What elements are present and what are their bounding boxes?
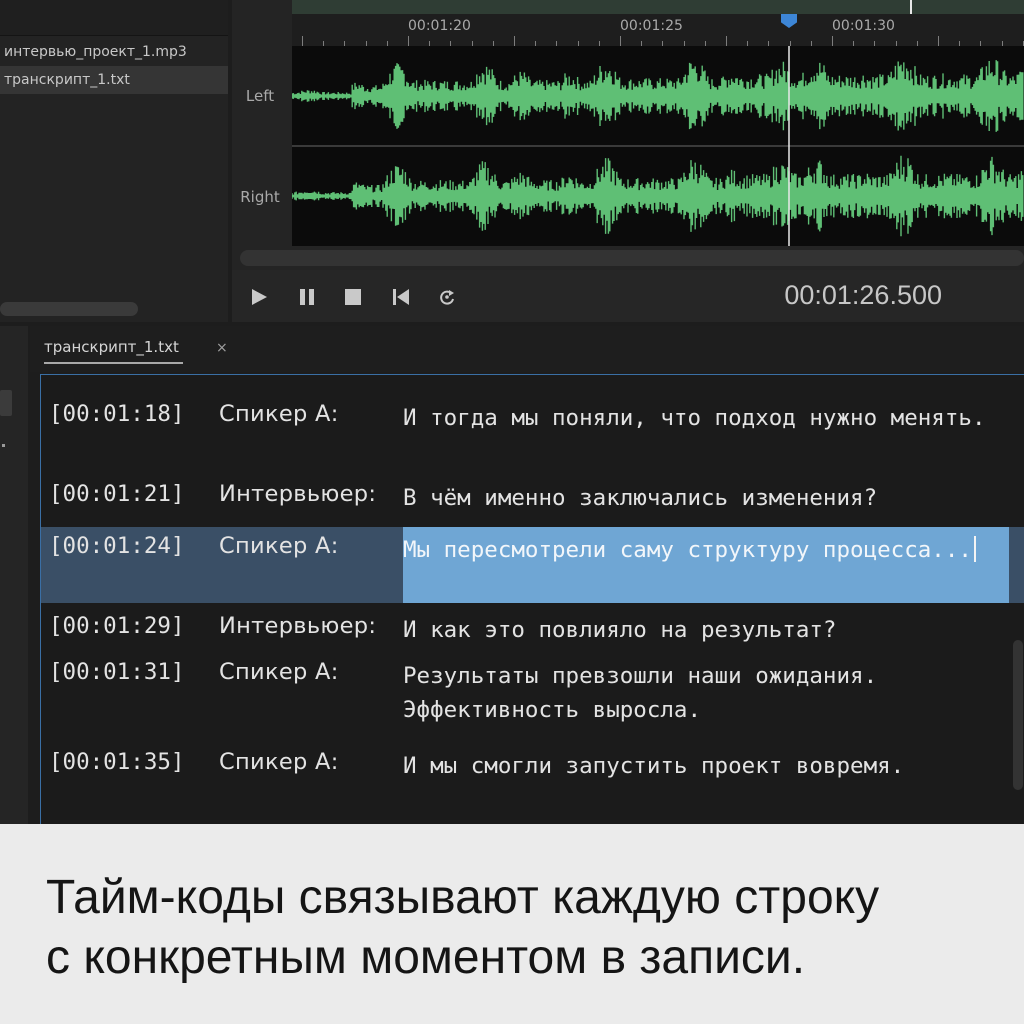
ruler-label: 00:01:20 bbox=[408, 18, 471, 34]
line-timecode[interactable]: [00:01:31] bbox=[49, 659, 184, 685]
text-caret bbox=[973, 536, 976, 562]
transcript-editor[interactable]: [00:01:18] Спикер А: И тогда мы поняли, … bbox=[40, 374, 1024, 824]
ruler-label: 00:01:25 bbox=[620, 18, 683, 34]
current-timecode: 00:01:26.500 bbox=[784, 280, 942, 310]
line-text-selection[interactable]: Мы пересмотрели саму структуру процесса.… bbox=[403, 527, 1009, 603]
line-text[interactable]: И тогда мы поняли, что подход нужно меня… bbox=[403, 401, 1003, 435]
file-item-transcript[interactable]: транскрипт_1.txt bbox=[0, 66, 228, 94]
transport-bar: 00:01:26.500 bbox=[232, 270, 1024, 322]
ruler-tick bbox=[620, 36, 621, 46]
caption-text: Тайм-коды связывают каждую строку с конк… bbox=[46, 868, 1006, 988]
waveform-display[interactable] bbox=[292, 46, 1024, 246]
line-speaker: Спикер А: bbox=[219, 401, 339, 427]
line-timecode[interactable]: [00:01:21] bbox=[49, 481, 184, 507]
loop-icon[interactable] bbox=[436, 286, 458, 308]
ruler-tick bbox=[726, 36, 727, 46]
pause-icon[interactable] bbox=[296, 286, 318, 308]
waveform-scrollbar[interactable] bbox=[240, 250, 1024, 266]
ruler-tick bbox=[514, 36, 515, 46]
play-icon[interactable] bbox=[248, 286, 270, 308]
caption-line-1: Тайм-коды связывают каждую строку bbox=[46, 871, 880, 924]
line-timecode[interactable]: [00:01:24] bbox=[49, 533, 184, 559]
transcript-line[interactable]: [00:01:29] Интервьюер: И как это повлиял… bbox=[41, 613, 1024, 647]
transcript-line[interactable]: [00:01:31] Спикер А: Результаты превзошл… bbox=[41, 659, 1024, 729]
file-panel-scrollbar[interactable] bbox=[0, 302, 138, 316]
transcript-line[interactable]: [00:01:35] Спикер А: И мы смогли запусти… bbox=[41, 749, 1024, 783]
editor-tab-bar: транскрипт_1.txt × bbox=[30, 326, 1024, 372]
line-text[interactable]: И как это повлияло на результат? bbox=[403, 613, 1003, 647]
selected-text[interactable]: Мы пересмотрели саму структуру процесса.… bbox=[403, 537, 972, 563]
ruler-tick bbox=[832, 36, 833, 46]
tab-transcript[interactable]: транскрипт_1.txt bbox=[44, 338, 183, 364]
time-ruler[interactable]: 00:01:20 00:01:25 00:01:30 bbox=[292, 14, 1024, 46]
transcript-line[interactable]: [00:01:21] Интервьюер: В чём именно закл… bbox=[41, 481, 1024, 515]
line-timecode[interactable]: [00:01:35] bbox=[49, 749, 184, 775]
editor-scrollbar[interactable] bbox=[1013, 640, 1023, 790]
stop-icon[interactable] bbox=[342, 286, 364, 308]
line-speaker: Спикер А: bbox=[219, 659, 339, 685]
line-speaker: Спикер А: bbox=[219, 533, 339, 559]
overview-position-marker bbox=[910, 0, 912, 14]
line-text[interactable]: Результаты превзошли наши ожидания. Эффе… bbox=[403, 659, 1003, 727]
channel-label-right: Right bbox=[240, 188, 280, 206]
ruler-tick bbox=[938, 36, 939, 46]
overview-bar[interactable] bbox=[292, 0, 1024, 14]
channel-label-left: Left bbox=[245, 87, 275, 105]
line-speaker: Интервьюер: bbox=[219, 613, 377, 639]
file-panel-header: e bbox=[0, 0, 228, 36]
line-speaker: Интервьюер: bbox=[219, 481, 377, 507]
caption-band: Тайм-коды связывают каждую строку с конк… bbox=[0, 824, 1024, 1024]
strip-indicator bbox=[2, 444, 5, 447]
waveform-panel: 00:01:20 00:01:25 00:01:30 Left Right 00… bbox=[232, 0, 1024, 322]
ruler-tick bbox=[408, 36, 409, 46]
line-timecode[interactable]: [00:01:18] bbox=[49, 401, 184, 427]
panel-toggle[interactable] bbox=[0, 390, 12, 416]
caption-line-2: с конкретным моментом в записи. bbox=[46, 931, 806, 984]
left-tool-strip bbox=[0, 326, 28, 824]
line-speaker: Спикер А: bbox=[219, 749, 339, 775]
line-text[interactable]: В чём именно заключались изменения? bbox=[403, 481, 1003, 515]
ruler-label: 00:01:30 bbox=[832, 18, 895, 34]
line-timecode[interactable]: [00:01:29] bbox=[49, 613, 184, 639]
transcript-line-selected[interactable]: [00:01:24] Спикер А: Мы пересмотрели сам… bbox=[41, 527, 1024, 603]
tab-close-icon[interactable]: × bbox=[216, 340, 228, 356]
transcript-line[interactable]: [00:01:18] Спикер А: И тогда мы поняли, … bbox=[41, 401, 1024, 471]
skip-back-icon[interactable] bbox=[390, 286, 412, 308]
ruler-tick bbox=[302, 36, 303, 46]
file-item-audio[interactable]: интервью_проект_1.mp3 bbox=[0, 38, 228, 66]
file-panel: e интервью_проект_1.mp3 транскрипт_1.txt bbox=[0, 0, 228, 322]
line-text[interactable]: И мы смогли запустить проект вовремя. bbox=[403, 749, 1003, 783]
